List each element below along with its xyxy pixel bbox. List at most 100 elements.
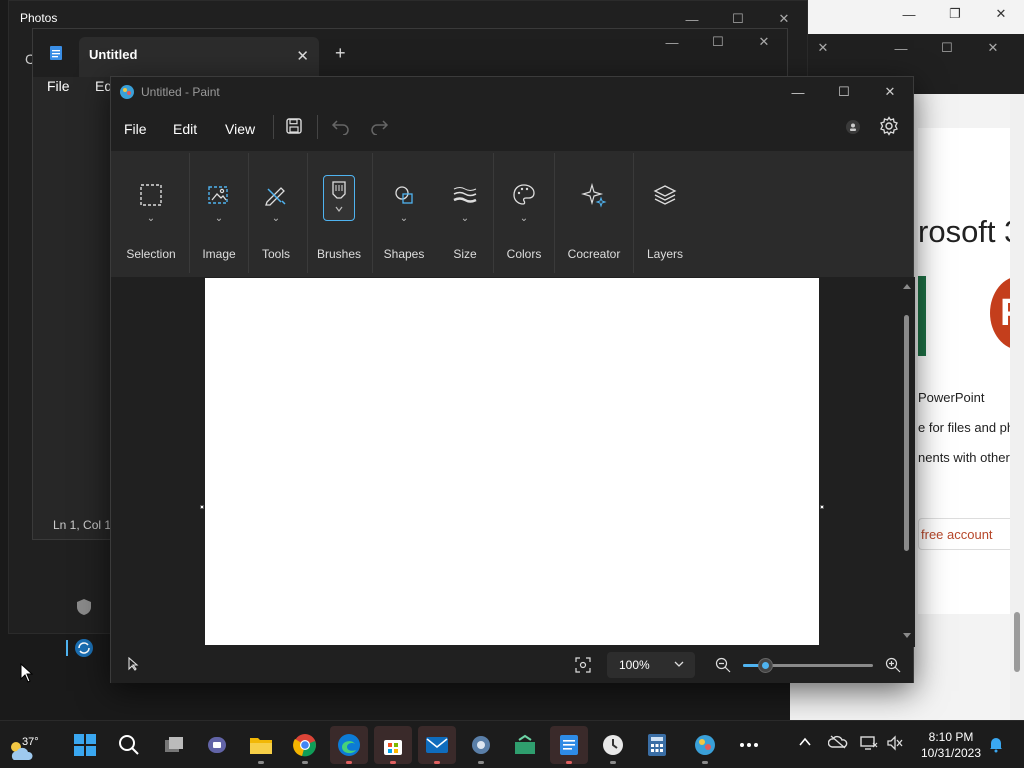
excel-logo-edge xyxy=(918,276,926,356)
shield-icon xyxy=(74,597,94,617)
ribbon-selection[interactable]: ⌄ Selection xyxy=(121,151,181,277)
system-clock[interactable]: 8:10 PM 10/31/2023 xyxy=(918,729,984,761)
menu-edit[interactable]: Edit xyxy=(173,121,197,137)
redo-icon[interactable] xyxy=(369,117,389,135)
restore-button[interactable]: ❐ xyxy=(932,0,978,28)
chevron-down-icon: ⌄ xyxy=(214,213,224,224)
notification-bell-icon[interactable] xyxy=(988,735,1004,753)
file-explorer-icon[interactable] xyxy=(242,726,280,764)
new-tab-button[interactable]: + xyxy=(335,43,346,64)
save-icon[interactable] xyxy=(285,117,303,135)
task-view-icon[interactable] xyxy=(155,726,193,764)
chrome-icon[interactable] xyxy=(286,726,324,764)
close-button[interactable]: ✕ xyxy=(867,77,913,107)
fit-to-window-icon[interactable] xyxy=(575,657,591,673)
tab-title: Untitled xyxy=(89,47,138,62)
layers-icon xyxy=(647,177,683,213)
undo-icon[interactable] xyxy=(331,117,351,135)
minimize-button[interactable]: — xyxy=(878,34,924,62)
zoom-slider-thumb[interactable] xyxy=(758,658,774,673)
weather-widget[interactable]: 37° xyxy=(6,729,40,763)
notepad-icon[interactable] xyxy=(550,726,588,764)
zoom-dropdown[interactable]: 100% xyxy=(607,652,695,678)
zoom-in-icon[interactable] xyxy=(885,657,901,673)
ribbon-label: Brushes xyxy=(316,247,362,261)
pointer-icon xyxy=(127,657,139,671)
ribbon-cocreator[interactable]: Cocreator xyxy=(559,151,629,277)
volume-muted-icon[interactable] xyxy=(886,735,904,751)
calculator-icon[interactable] xyxy=(638,726,676,764)
sync-icon[interactable] xyxy=(66,637,96,659)
onedrive-icon[interactable] xyxy=(828,735,848,749)
sparkle-icon xyxy=(576,177,612,213)
running-indicator xyxy=(702,761,708,764)
weather-temperature: 37° xyxy=(22,736,39,748)
paint-app-icon xyxy=(119,84,135,100)
media-icon[interactable] xyxy=(506,726,544,764)
ribbon-label: Selection xyxy=(126,247,176,261)
zoom-slider[interactable] xyxy=(743,658,873,673)
menu-view[interactable]: View xyxy=(225,121,255,137)
gear-icon[interactable] xyxy=(879,116,899,136)
ribbon-image[interactable]: ⌄ Image xyxy=(193,151,245,277)
ribbon-brushes[interactable]: Brushes xyxy=(311,151,367,277)
chevron-down-icon: ⌄ xyxy=(146,213,156,224)
network-icon[interactable] xyxy=(860,735,878,751)
window-title: Photos xyxy=(20,11,58,25)
close-button[interactable]: ✕ xyxy=(978,0,1024,28)
scrollbar-thumb[interactable] xyxy=(904,315,909,551)
menu-file[interactable]: File xyxy=(124,121,147,137)
menu-bar: File Edit View xyxy=(111,107,913,149)
caption-buttons: — ☐ ✕ xyxy=(649,29,787,55)
close-tab-icon[interactable]: ✕ xyxy=(296,47,309,65)
edge-icon[interactable] xyxy=(330,726,368,764)
paint-icon[interactable] xyxy=(686,726,724,764)
close-button[interactable]: ✕ xyxy=(970,34,1016,62)
drawing-canvas[interactable] xyxy=(205,278,819,645)
clock-icon[interactable] xyxy=(594,726,632,764)
panel-heading: rosoft 3 xyxy=(918,214,1022,249)
resize-handle-left[interactable] xyxy=(200,505,204,509)
minimize-button[interactable]: — xyxy=(886,0,932,28)
cursor-position-status: Ln 1, Col 1 xyxy=(53,518,112,532)
menu-file[interactable]: File xyxy=(47,78,70,94)
store-icon[interactable] xyxy=(374,726,412,764)
chevron-up-icon[interactable] xyxy=(798,735,812,749)
tools-icon xyxy=(258,177,294,213)
ribbon-label: Colors xyxy=(506,247,542,261)
scrollbar[interactable] xyxy=(1010,50,1024,720)
zoom-value: 100% xyxy=(619,658,650,672)
maximize-button[interactable]: ☐ xyxy=(695,29,741,55)
maximize-button[interactable]: ☐ xyxy=(821,77,867,107)
tab-untitled[interactable]: Untitled ✕ xyxy=(79,37,319,77)
ribbon-tools[interactable]: ⌄ Tools xyxy=(252,151,300,277)
palette-icon xyxy=(506,177,542,213)
mail-icon[interactable] xyxy=(418,726,456,764)
scrollbar-thumb[interactable] xyxy=(1014,612,1020,672)
close-button[interactable]: ✕ xyxy=(741,29,787,55)
start-icon[interactable] xyxy=(66,726,104,764)
free-account-button[interactable]: free account xyxy=(918,518,1016,550)
zoom-out-icon[interactable] xyxy=(715,657,731,673)
maximize-button[interactable]: ☐ xyxy=(924,34,970,62)
taskbar: 37° 8:10 PM 10/31/2023 xyxy=(0,720,1024,768)
search-icon[interactable] xyxy=(110,726,148,764)
ribbon-label: Cocreator xyxy=(567,247,621,261)
ribbon-layers[interactable]: Layers xyxy=(639,151,691,277)
vertical-scrollbar[interactable] xyxy=(901,279,913,643)
chevron-down-icon: ⌄ xyxy=(271,213,281,224)
ribbon-shapes[interactable]: ⌄ Shapes xyxy=(376,151,432,277)
ribbon-label: Layers xyxy=(646,247,684,261)
resize-handle-right[interactable] xyxy=(820,505,824,509)
teams-icon[interactable] xyxy=(198,726,236,764)
minimize-button[interactable]: — xyxy=(775,77,821,107)
minimize-button[interactable]: — xyxy=(649,29,695,55)
more-icon[interactable] xyxy=(730,726,768,764)
running-indicator xyxy=(434,761,440,764)
image-icon xyxy=(201,177,237,213)
ribbon-colors[interactable]: ⌄ Colors xyxy=(497,151,551,277)
running-indicator xyxy=(478,761,484,764)
account-icon[interactable] xyxy=(845,119,861,135)
settings-icon[interactable] xyxy=(462,726,500,764)
ribbon-size[interactable]: ⌄ Size xyxy=(439,151,491,277)
